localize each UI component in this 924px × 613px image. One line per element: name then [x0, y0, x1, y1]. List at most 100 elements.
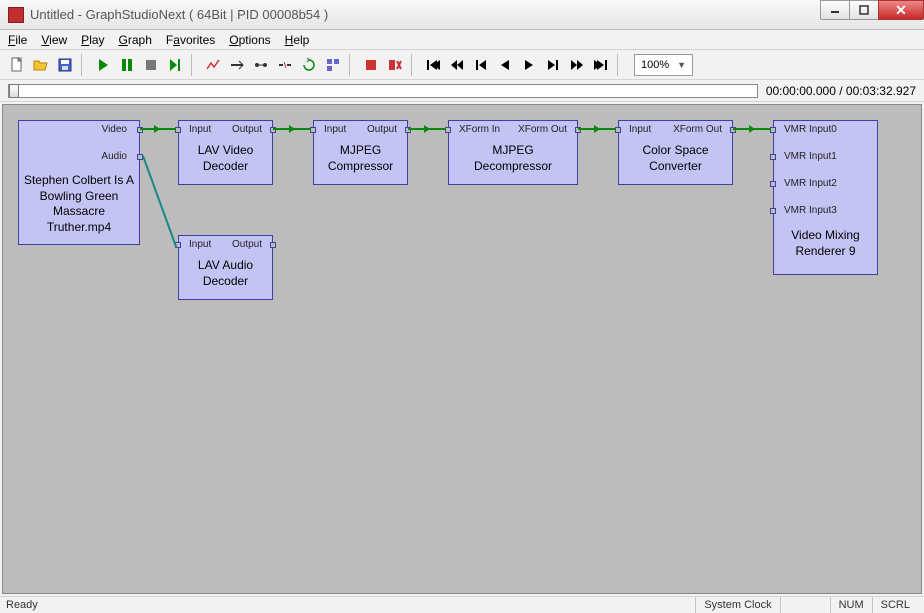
menu-favorites[interactable]: Favorites: [166, 33, 215, 47]
time-display: 00:00:00.000 / 00:03:32.927: [766, 84, 916, 98]
connection-audio: [142, 155, 177, 248]
menu-file[interactable]: File: [8, 33, 27, 47]
maximize-icon: [859, 5, 869, 15]
arrow-icon: [749, 125, 755, 133]
next-frame-button[interactable]: [518, 54, 540, 76]
filter-lav-video[interactable]: Input Output LAV Video Decoder: [178, 120, 273, 185]
menu-view[interactable]: View: [41, 33, 67, 47]
refresh-button[interactable]: [298, 54, 320, 76]
window-buttons: ✕: [821, 0, 924, 29]
step-back-button[interactable]: [470, 54, 492, 76]
connect-icon: [229, 57, 245, 73]
refresh-icon: [301, 57, 317, 73]
save-icon: [57, 57, 73, 73]
smart-icon: [253, 57, 269, 73]
menu-graph[interactable]: Graph: [119, 33, 152, 47]
filter-colorspace-title: Color Space Converter: [619, 141, 732, 176]
filter-source[interactable]: Video Audio Stephen Colbert Is A Bowling…: [18, 120, 140, 245]
arrow-icon: [289, 125, 295, 133]
minimize-icon: [830, 5, 840, 15]
filter-mjpeg-decomp[interactable]: XForm In XForm Out MJPEG Decompressor: [448, 120, 578, 185]
filter-source-title: Stephen Colbert Is A Bowling Green Massa…: [19, 171, 139, 237]
pin-in-label: Input: [189, 124, 211, 135]
toolbar-separator: [191, 54, 197, 76]
filter-mjpeg-comp[interactable]: Input Output MJPEG Compressor: [313, 120, 408, 185]
menu-help[interactable]: Help: [285, 33, 310, 47]
pin-in-label: Input: [629, 124, 651, 135]
save-button[interactable]: [54, 54, 76, 76]
status-bar: Ready System Clock NUM SCRL: [0, 596, 924, 613]
arrow-icon: [424, 125, 430, 133]
props-icon: [325, 57, 341, 73]
seek-thumb[interactable]: [9, 84, 19, 98]
remove-all-button[interactable]: [384, 54, 406, 76]
seek-start-button[interactable]: [422, 54, 444, 76]
ffwd-icon: [569, 57, 585, 73]
filter-lav-audio[interactable]: Input Output LAV Audio Decoder: [178, 235, 273, 300]
pin-label: VMR Input0: [784, 124, 837, 135]
new-button[interactable]: [6, 54, 28, 76]
stop-icon: [143, 57, 159, 73]
seek-end-button[interactable]: [590, 54, 612, 76]
prev-frame-button[interactable]: [494, 54, 516, 76]
options-button[interactable]: [322, 54, 344, 76]
toolbar: 100% ▼: [0, 50, 924, 80]
disconnect-button[interactable]: [274, 54, 296, 76]
seek-start-icon: [425, 57, 441, 73]
toolbar-separator: [411, 54, 417, 76]
close-icon: ✕: [895, 2, 907, 19]
menu-options[interactable]: Options: [229, 33, 270, 47]
filter-colorspace[interactable]: Input XForm Out Color Space Converter: [618, 120, 733, 185]
open-icon: [33, 57, 49, 73]
prev-icon: [497, 57, 513, 73]
pin-label: VMR Input1: [784, 151, 837, 162]
canvas-container: Video Audio Stephen Colbert Is A Bowling…: [0, 102, 924, 596]
pin-in-label: Input: [189, 239, 211, 250]
next-icon: [521, 57, 537, 73]
step-forward-button[interactable]: [542, 54, 564, 76]
zoom-combo[interactable]: 100% ▼: [634, 54, 693, 76]
menu-bar: File View Play Graph Favorites Options H…: [0, 30, 924, 50]
connect-mode-button[interactable]: [226, 54, 248, 76]
step-button[interactable]: [164, 54, 186, 76]
pin-output[interactable]: [270, 242, 276, 248]
minimize-button[interactable]: [820, 0, 850, 20]
graph-canvas[interactable]: Video Audio Stephen Colbert Is A Bowling…: [2, 104, 922, 594]
status-scrl: SCRL: [872, 597, 918, 613]
pause-button[interactable]: [116, 54, 138, 76]
fast-forward-button[interactable]: [566, 54, 588, 76]
open-button[interactable]: [30, 54, 52, 76]
pin-out-label: XForm Out: [673, 124, 722, 135]
title-bar: Untitled - GraphStudioNext ( 64Bit | PID…: [0, 0, 924, 30]
arrow-icon: [594, 125, 600, 133]
rewind-icon: [449, 57, 465, 73]
pin-in-label: XForm In: [459, 124, 500, 135]
filter-lav-audio-title: LAV Audio Decoder: [179, 256, 272, 291]
pin-out-label: XForm Out: [518, 124, 567, 135]
stop-button[interactable]: [140, 54, 162, 76]
delete-button[interactable]: [360, 54, 382, 76]
pin-vmr1[interactable]: [770, 154, 776, 160]
filter-lav-video-title: LAV Video Decoder: [179, 141, 272, 176]
status-ready: Ready: [6, 599, 38, 611]
filter-vmr9[interactable]: VMR Input0 VMR Input1 VMR Input2 VMR Inp…: [773, 120, 878, 275]
close-button[interactable]: ✕: [878, 0, 924, 20]
filter-mjpeg-comp-title: MJPEG Compressor: [314, 141, 407, 176]
menu-play[interactable]: Play: [81, 33, 104, 47]
remove-all-icon: [387, 57, 403, 73]
maximize-button[interactable]: [849, 0, 879, 20]
pause-icon: [119, 57, 135, 73]
new-icon: [9, 57, 25, 73]
seek-track[interactable]: [8, 84, 758, 98]
rewind-button[interactable]: [446, 54, 468, 76]
zoom-value: 100%: [641, 59, 669, 71]
seek-end-icon: [593, 57, 609, 73]
smart-connect-button[interactable]: [250, 54, 272, 76]
pin-label: VMR Input2: [784, 178, 837, 189]
step-fwd-icon: [545, 57, 561, 73]
disconnect-icon: [277, 57, 293, 73]
pin-vmr2[interactable]: [770, 181, 776, 187]
graph-mode1-button[interactable]: [202, 54, 224, 76]
pin-vmr3[interactable]: [770, 208, 776, 214]
play-button[interactable]: [92, 54, 114, 76]
